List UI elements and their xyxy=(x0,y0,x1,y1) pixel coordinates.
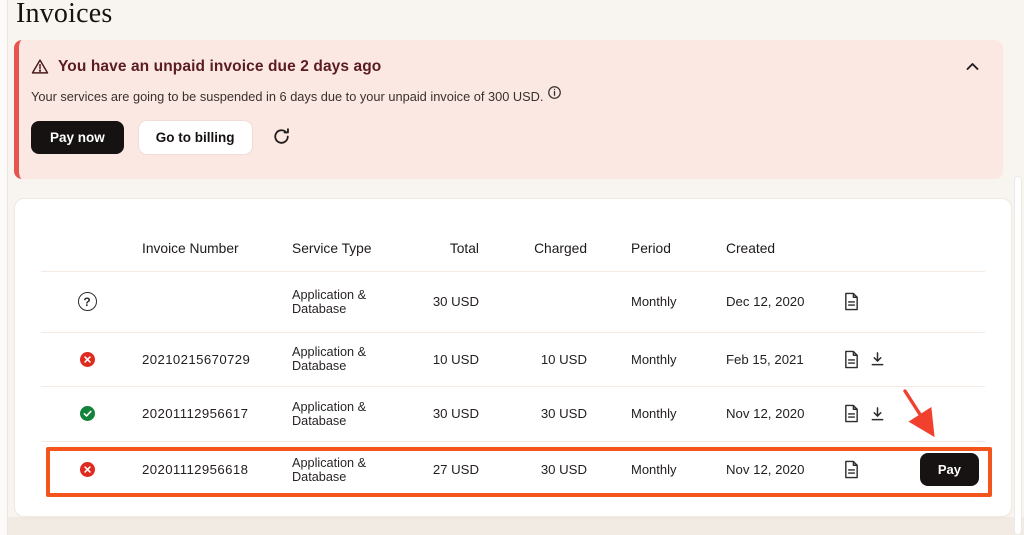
billing-period: Monthly xyxy=(587,462,726,477)
created-date: Feb 15, 2021 xyxy=(726,352,838,367)
service-type: Application & Database xyxy=(292,400,413,428)
service-type: Application & Database xyxy=(292,288,413,316)
warning-triangle-icon xyxy=(31,58,49,75)
chevron-up-icon xyxy=(966,59,979,74)
charged-amount: 30 USD xyxy=(479,462,587,477)
header-total: Total xyxy=(413,241,479,256)
billing-period: Monthly xyxy=(587,406,726,421)
status-failed-icon xyxy=(80,462,95,477)
invoice-document-icon[interactable] xyxy=(843,292,860,311)
table-row: ? 20201112956617 Application & Database … xyxy=(15,386,1011,441)
unpaid-invoice-alert: You have an unpaid invoice due 2 days ag… xyxy=(14,40,1003,179)
invoice-document-icon[interactable] xyxy=(843,350,860,369)
info-icon[interactable] xyxy=(548,86,561,99)
download-invoice-icon[interactable] xyxy=(870,406,885,422)
invoice-number: 20210215670729 xyxy=(142,352,292,367)
created-date: Nov 12, 2020 xyxy=(726,406,838,421)
alert-title: You have an unpaid invoice due 2 days ag… xyxy=(58,58,381,76)
header-service-type: Service Type xyxy=(292,241,413,256)
status-unknown-icon[interactable]: ? xyxy=(78,292,97,311)
download-invoice-icon[interactable] xyxy=(870,351,885,367)
header-period: Period xyxy=(587,241,726,256)
table-row: ? Application & Database 30 USD Monthly … xyxy=(15,271,1011,332)
table-row: ? 20201112956618 Application & Database … xyxy=(15,441,1011,498)
billing-period: Monthly xyxy=(587,294,726,309)
total-amount: 30 USD xyxy=(413,294,479,309)
alert-description-line: Your services are going to be suspended … xyxy=(31,89,985,104)
invoice-document-icon[interactable] xyxy=(843,404,860,423)
invoices-table-card: Invoice Number Service Type Total Charge… xyxy=(14,198,1012,517)
page-bottom-strip xyxy=(0,517,1024,535)
billing-period: Monthly xyxy=(587,352,726,367)
header-charged: Charged xyxy=(479,241,587,256)
status-failed-icon xyxy=(80,352,95,367)
go-to-billing-button[interactable]: Go to billing xyxy=(139,121,252,154)
status-paid-icon xyxy=(80,406,95,421)
created-date: Dec 12, 2020 xyxy=(726,294,838,309)
charged-amount: 30 USD xyxy=(479,406,587,421)
service-type: Application & Database xyxy=(292,345,413,373)
header-invoice-number: Invoice Number xyxy=(142,241,292,256)
table-header-row: Invoice Number Service Type Total Charge… xyxy=(15,199,1011,271)
invoices-page: Invoices You have an unpaid invoice due … xyxy=(0,0,1024,535)
panel-left-divider xyxy=(0,0,8,535)
pay-invoice-button[interactable]: Pay xyxy=(920,453,979,486)
total-amount: 10 USD xyxy=(413,352,479,367)
table-row: ? 20210215670729 Application & Database … xyxy=(15,332,1011,386)
refresh-icon xyxy=(272,127,291,149)
header-created: Created xyxy=(726,241,838,256)
alert-description: Your services are going to be suspended … xyxy=(31,89,543,104)
pay-now-button[interactable]: Pay now xyxy=(31,121,124,154)
total-amount: 30 USD xyxy=(413,406,479,421)
service-type: Application & Database xyxy=(292,456,413,484)
total-amount: 27 USD xyxy=(413,462,479,477)
page-title: Invoices xyxy=(16,0,112,30)
invoice-number: 20201112956618 xyxy=(142,462,292,477)
created-date: Nov 12, 2020 xyxy=(726,462,838,477)
refresh-button[interactable] xyxy=(270,125,293,151)
invoice-document-icon[interactable] xyxy=(843,460,860,479)
invoice-number: 20201112956617 xyxy=(142,406,292,421)
charged-amount: 10 USD xyxy=(479,352,587,367)
table-body: ? Application & Database 30 USD Monthly … xyxy=(15,271,1011,498)
collapse-alert-button[interactable] xyxy=(962,57,983,76)
scrollbar[interactable] xyxy=(1014,176,1022,535)
